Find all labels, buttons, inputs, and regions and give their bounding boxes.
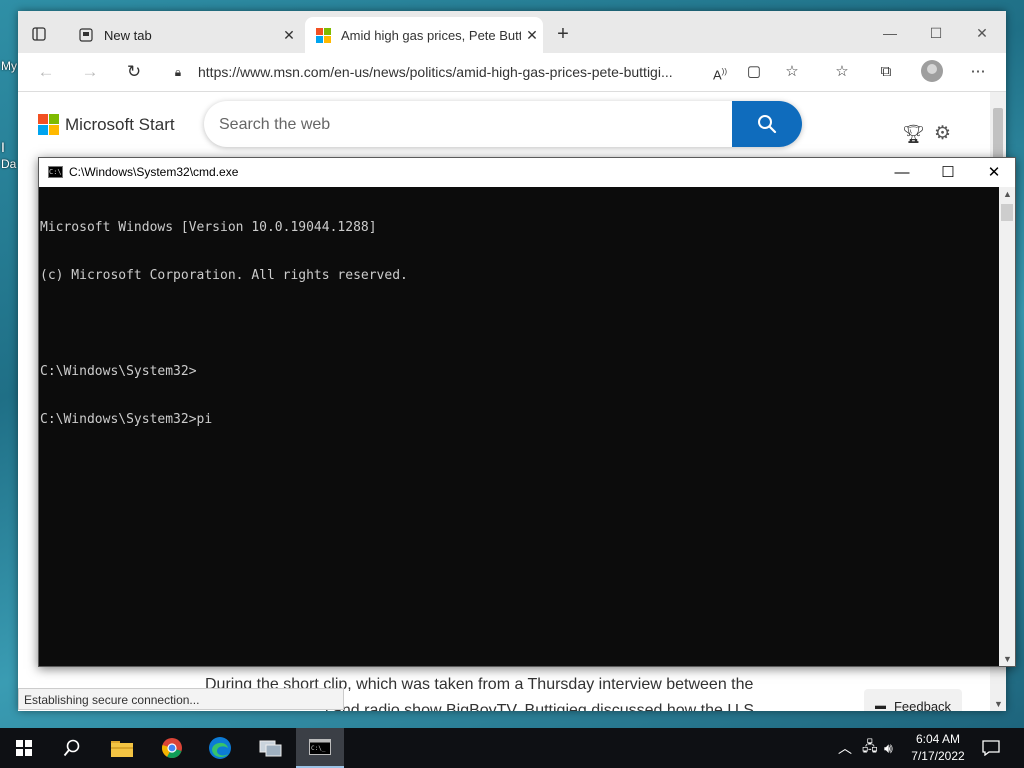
desktop-icon-label[interactable]: My (1, 59, 17, 73)
edge-icon (209, 737, 231, 759)
maximize-button[interactable]: ☐ (916, 21, 956, 45)
action-center-button[interactable] (982, 728, 1000, 768)
status-bar: Establishing secure connection... (18, 688, 344, 710)
chrome-icon (162, 738, 182, 759)
feedback-label: Feedback (893, 698, 952, 712)
network-tray-button[interactable]: 🖧︎ (862, 728, 878, 768)
cmd-minimize-button[interactable]: — (879, 158, 925, 187)
search-box (204, 101, 802, 147)
console-line: Microsoft Windows [Version 10.0.19044.12… (40, 220, 377, 235)
tab-bar: New tab ✕ Amid high gas prices, Pete But… (18, 11, 1006, 53)
new-tab-button[interactable]: + (552, 23, 574, 45)
cmd-title-bar[interactable]: C:\ C:\Windows\System32\cmd.exe — ☐ ✕ (39, 158, 1015, 187)
gear-icon[interactable]: ⚙ (934, 122, 951, 145)
console-line: C:\Windows\System32>pi (40, 412, 213, 427)
desktop-icon-label[interactable]: I (1, 139, 5, 155)
volume-tray-button[interactable]: 🔊︎ (884, 728, 893, 768)
cmd-icon: C:\ (48, 166, 63, 178)
scroll-down-arrow-icon[interactable]: ▼ (994, 699, 1003, 709)
read-aloud-icon[interactable]: A)) (708, 60, 732, 84)
collections-icon[interactable]: ⧉ (874, 60, 898, 84)
tab-article[interactable]: Amid high gas prices, Pete Buttig ✕ (305, 17, 543, 53)
forward-button[interactable]: → (78, 60, 102, 84)
file-explorer-button[interactable] (98, 728, 146, 768)
svg-text:C:\_: C:\_ (311, 745, 326, 752)
clock-time: 6:04 AM (915, 732, 961, 746)
cmd-scrollbar[interactable]: ▲ ▼ (999, 187, 1015, 666)
tab-actions-button[interactable] (28, 23, 50, 45)
cmd-close-button[interactable]: ✕ (971, 158, 1017, 187)
tab-new-tab[interactable]: New tab ✕ (68, 17, 300, 53)
taskbar-search-button[interactable] (48, 728, 96, 768)
feedback-icon: ▬ (874, 700, 886, 711)
notification-icon (982, 740, 1000, 756)
cmd-maximize-button[interactable]: ☐ (925, 158, 971, 187)
new-tab-icon (78, 27, 94, 43)
show-hidden-icons-button[interactable]: ︿ (838, 728, 852, 768)
brand-name: Microsoft Start (65, 114, 175, 134)
console-output[interactable]: Microsoft Windows [Version 10.0.19044.12… (39, 187, 999, 666)
chevron-up-icon: ︿ (838, 740, 852, 756)
taskbar: C:\_ ︿ 🖧︎ 🔊︎ 6:04 AM 7/17/2022 (0, 728, 1024, 768)
chrome-button[interactable] (148, 728, 196, 768)
rewards-trophy-icon[interactable]: 🏆︎ (902, 124, 925, 145)
network-icon: 🖧︎ (862, 738, 878, 754)
network-app-icon (259, 740, 282, 757)
cmd-title: C:\Windows\System32\cmd.exe (69, 165, 239, 179)
close-tab-icon[interactable]: ✕ (278, 27, 300, 44)
feedback-button[interactable]: ▬ Feedback (864, 689, 962, 711)
favorites-icon[interactable]: ☆ (830, 60, 854, 84)
url-text: https://www.msn.com/en-us/news/politics/… (198, 64, 673, 80)
microsoft-start-logo[interactable]: Microsoft Start (38, 114, 175, 135)
add-favorite-icon[interactable]: ☆ (780, 60, 804, 84)
start-button[interactable] (0, 728, 48, 768)
windows-start-icon (16, 740, 32, 756)
search-icon (63, 739, 80, 757)
tab-label: Amid high gas prices, Pete Buttig (341, 27, 521, 43)
cmd-taskbar-button[interactable]: C:\_ (296, 728, 344, 768)
file-explorer-icon (111, 741, 133, 757)
close-window-button[interactable]: ✕ (962, 21, 1002, 45)
browser-toolbar: ← → ↻ 🔒︎ https://www.msn.com/en-us/news/… (18, 53, 1006, 92)
minimize-button[interactable]: — (870, 21, 910, 45)
network-app-button[interactable] (246, 728, 294, 768)
close-tab-icon[interactable]: ✕ (521, 27, 543, 44)
search-icon (758, 115, 777, 134)
refresh-button[interactable]: ↻ (122, 60, 146, 84)
immersive-reader-icon[interactable]: ▢ (742, 60, 766, 84)
more-menu-icon[interactable]: ⋯ (966, 60, 990, 84)
tab-label: New tab (104, 27, 152, 43)
tab-actions-icon (32, 27, 46, 41)
console-line: (c) Microsoft Corporation. All rights re… (40, 268, 408, 283)
search-input[interactable] (204, 101, 741, 147)
scroll-up-arrow-icon[interactable]: ▲ (1003, 189, 1012, 199)
system-clock[interactable]: 6:04 AM 7/17/2022 (906, 731, 970, 765)
profile-avatar[interactable] (921, 60, 943, 82)
desktop-icon-label[interactable]: Da (1, 157, 16, 171)
scrollbar-thumb[interactable] (1001, 204, 1013, 221)
microsoft-logo-icon (38, 114, 59, 135)
speaker-icon: 🔊︎ (884, 739, 893, 756)
address-bar[interactable]: 🔒︎ https://www.msn.com/en-us/news/politi… (170, 57, 740, 87)
cmd-window: C:\ C:\Windows\System32\cmd.exe — ☐ ✕ Mi… (38, 157, 1016, 667)
back-button[interactable]: ← (34, 60, 58, 84)
scroll-down-arrow-icon[interactable]: ▼ (1003, 654, 1012, 664)
msn-favicon-icon (315, 27, 331, 43)
cmd-icon: C:\_ (309, 739, 331, 755)
console-line: C:\Windows\System32> (40, 364, 197, 379)
edge-button[interactable] (196, 728, 244, 768)
lock-icon[interactable]: 🔒︎ (170, 65, 186, 80)
clock-date: 7/17/2022 (911, 749, 965, 763)
search-button[interactable] (732, 101, 802, 147)
